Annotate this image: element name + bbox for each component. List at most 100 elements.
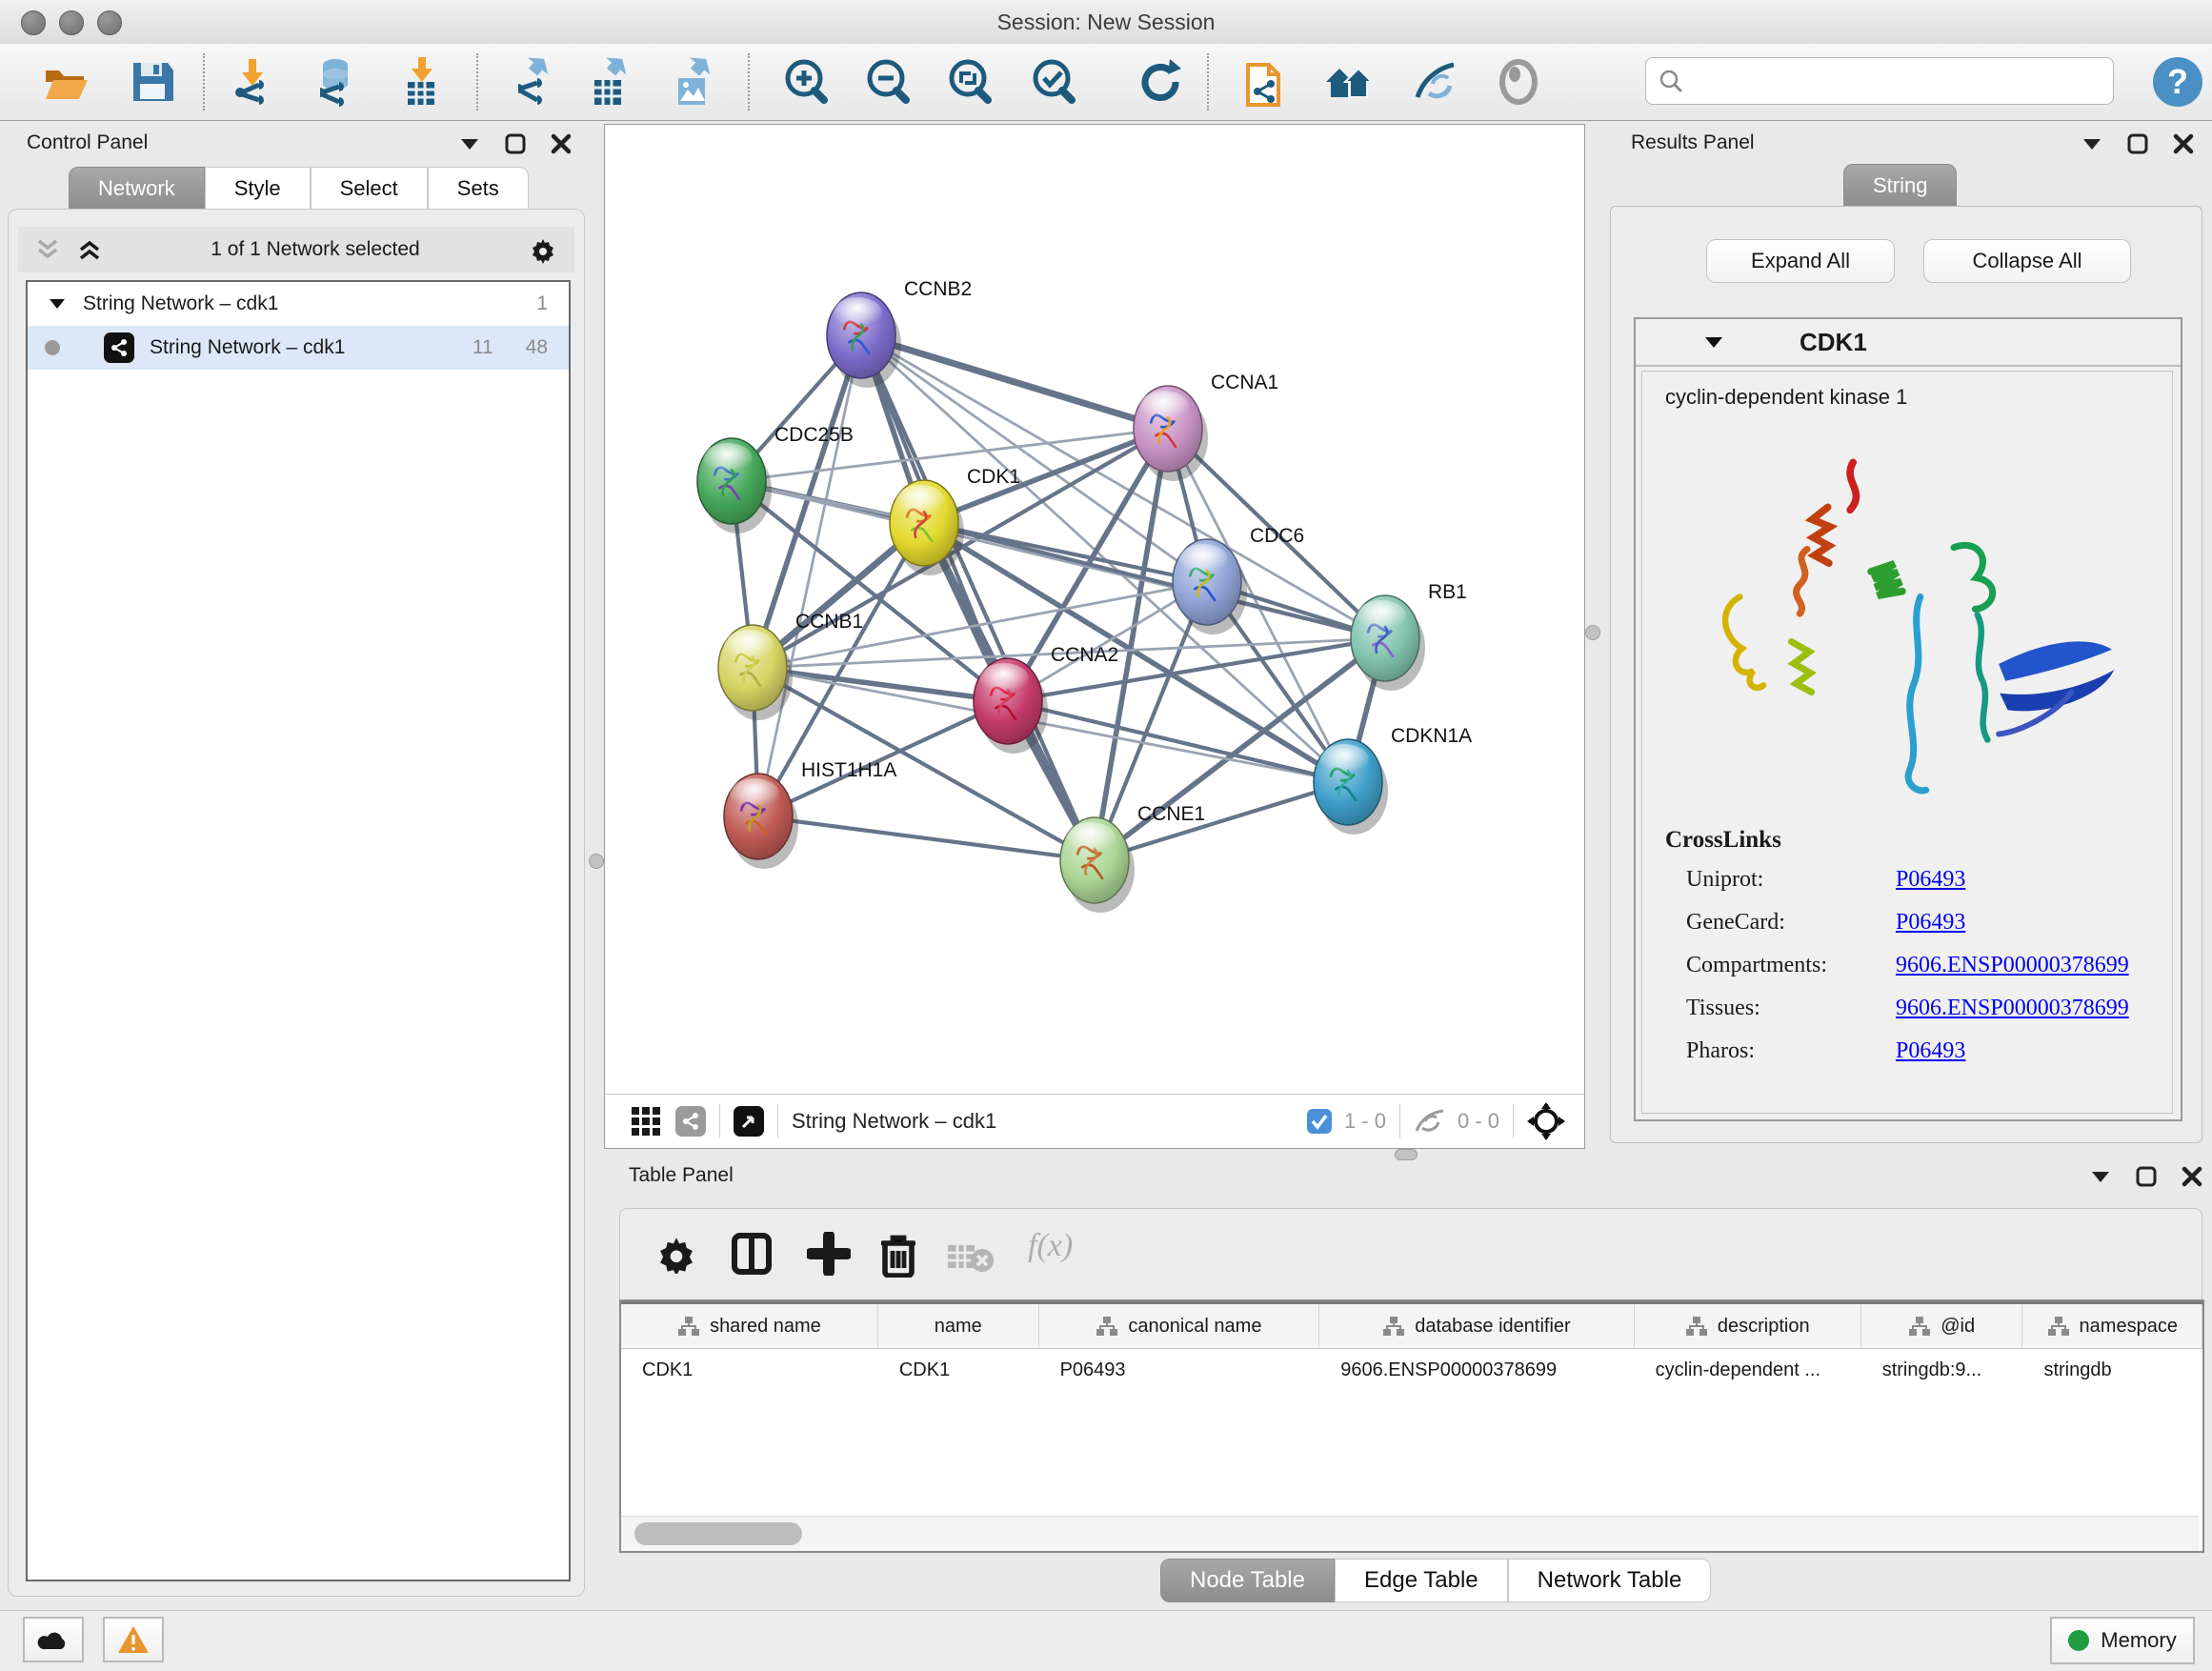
gene-expander-icon[interactable] [1704,336,1723,349]
network-node-hist1h1a[interactable] [724,774,798,869]
panel-menu-icon[interactable] [2081,137,2102,151]
network-edge[interactable] [758,335,861,816]
share-document-icon[interactable] [1238,55,1292,109]
network-node-ccnb2[interactable] [827,292,901,388]
panel-float-icon[interactable] [2136,1166,2157,1187]
help-icon[interactable]: ? [2151,55,2204,109]
panel-float-icon[interactable] [2127,133,2148,154]
tab-network[interactable]: Network [69,167,205,211]
import-table-icon[interactable] [394,55,448,109]
network-graph[interactable]: CCNB2CCNA1CDC25BCDK1CDC6RB1CCNB1CCNA2CDK… [605,125,1584,1095]
crosslink-link[interactable]: P06493 [1896,867,1965,893]
export-network-icon[interactable] [505,55,558,109]
network-node-cdc25b[interactable] [697,438,772,534]
network-row[interactable]: String Network – cdk1 11 48 [28,326,569,370]
zoom-selected-icon[interactable] [1027,55,1080,109]
network-edge[interactable] [1095,782,1348,860]
tab-edge-table[interactable]: Edge Table [1335,1559,1508,1602]
collapse-all-button[interactable]: Collapse All [1923,239,2131,283]
table-gear-icon[interactable] [656,1234,696,1274]
network-edge[interactable] [861,335,1095,860]
tab-network-table[interactable]: Network Table [1508,1559,1712,1602]
tab-sets[interactable]: Sets [428,167,529,211]
import-network-database-icon[interactable] [307,55,360,109]
warning-button[interactable] [103,1617,164,1662]
crosslink-link[interactable]: 9606.ENSP00000378699 [1896,996,2129,1021]
hide-selection-icon[interactable] [1408,55,1461,109]
export-table-icon[interactable] [583,55,636,109]
save-session-icon[interactable] [126,55,179,109]
collapse-all-icon[interactable] [35,237,60,262]
panel-menu-icon[interactable] [459,137,480,151]
column-header-database-identifier[interactable]: database identifier [1319,1304,1634,1348]
import-network-icon[interactable] [225,55,278,109]
gene-section-header[interactable]: CDK1 [1636,319,2181,367]
cloud-button[interactable] [23,1617,84,1662]
network-collection-row[interactable]: String Network – cdk1 1 [28,282,569,326]
collection-expander-icon[interactable] [49,298,66,310]
search-input[interactable] [1692,62,2105,100]
column-header-canonical-name[interactable]: canonical name [1039,1304,1320,1348]
crosslink-link[interactable]: P06493 [1896,910,1965,936]
table-cell[interactable]: P06493 [1039,1349,1320,1391]
network-edge[interactable] [924,523,1385,638]
panel-close-icon[interactable] [2182,1166,2202,1187]
select-columns-icon[interactable] [731,1232,773,1276]
table-cell[interactable]: CDK1 [878,1349,1039,1391]
table-cell[interactable]: CDK1 [621,1349,878,1391]
tab-string[interactable]: String [1843,164,1957,208]
tab-node-table[interactable]: Node Table [1160,1559,1335,1602]
network-edge[interactable] [1008,701,1348,782]
network-edge[interactable] [861,335,1168,429]
memory-button[interactable]: Memory [2050,1617,2195,1664]
zoom-out-icon[interactable] [861,55,915,109]
network-node-ccna2[interactable] [974,658,1048,754]
tab-select[interactable]: Select [311,167,428,211]
panel-close-icon[interactable] [2173,133,2194,154]
table-cell[interactable]: stringdb [2022,1349,2202,1391]
horizontal-scrollbar[interactable] [621,1516,2199,1551]
birdseye-view-icon[interactable] [734,1106,764,1137]
add-column-icon[interactable] [807,1232,851,1276]
right-splitter-handle[interactable] [1585,625,1600,640]
expand-all-button[interactable]: Expand All [1706,239,1895,283]
search-field[interactable] [1645,57,2114,105]
network-edge[interactable] [758,816,1095,860]
selected-checkbox-icon[interactable] [1306,1108,1333,1135]
scrollbar-thumb[interactable] [634,1522,802,1545]
network-node-ccne1[interactable] [1060,817,1135,913]
gear-icon[interactable] [529,235,557,264]
panel-float-icon[interactable] [505,133,526,154]
panel-menu-icon[interactable] [2090,1170,2111,1183]
table-cell[interactable]: stringdb:9... [1861,1349,2023,1391]
tab-style[interactable]: Style [205,167,311,211]
table-cell[interactable]: 9606.ENSP00000378699 [1319,1349,1634,1391]
column-header-name[interactable]: name [878,1304,1039,1348]
network-node-cdkn1a[interactable] [1314,739,1388,835]
crosslink-link[interactable]: P06493 [1896,1038,1965,1064]
table-row[interactable]: CDK1CDK1P064939606.ENSP00000378699cyclin… [621,1349,2202,1391]
network-node-rb1[interactable] [1351,595,1425,691]
crosslink-link[interactable]: 9606.ENSP00000378699 [1896,953,2129,978]
zoom-in-icon[interactable] [779,55,833,109]
refresh-layout-icon[interactable] [1134,55,1187,109]
delete-column-icon[interactable] [877,1230,919,1278]
crosshair-icon[interactable] [1527,1102,1565,1140]
left-splitter-handle[interactable] [589,854,604,869]
show-all-icon[interactable] [1492,55,1545,109]
network-share-icon[interactable] [675,1106,706,1137]
open-session-icon[interactable] [38,55,91,109]
footer-network-name: String Network – cdk1 [792,1109,996,1134]
table-cell[interactable]: cyclin-dependent ... [1635,1349,1861,1391]
column-header-namespace[interactable]: namespace [2022,1304,2202,1348]
network-canvas[interactable]: CCNB2CCNA1CDC25BCDK1CDC6RB1CCNB1CCNA2CDK… [604,124,1585,1096]
column-header--id[interactable]: @id [1861,1304,2023,1348]
export-image-icon[interactable] [667,55,720,109]
column-header-shared-name[interactable]: shared name [621,1304,878,1348]
panel-close-icon[interactable] [551,133,572,154]
zoom-fit-icon[interactable] [943,55,996,109]
column-header-description[interactable]: description [1635,1304,1861,1348]
grid-view-icon[interactable] [630,1105,662,1137]
expand-all-icon[interactable] [77,237,102,262]
homes-icon[interactable] [1322,55,1376,109]
